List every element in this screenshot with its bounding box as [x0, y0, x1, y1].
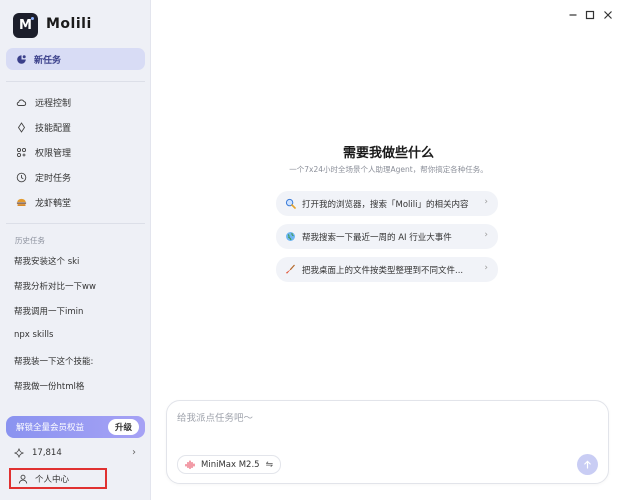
app-name: Molili: [46, 16, 92, 32]
globe-icon: [285, 231, 296, 242]
new-task-label: 新任务: [34, 55, 62, 66]
sidebar-item-label: 定时任务: [35, 173, 72, 184]
history-item[interactable]: 帮我调用一下imin: [14, 305, 144, 317]
history-item[interactable]: npx skills: [14, 330, 144, 340]
suggestion-chip[interactable]: 帮我搜索一下最近一周的 AI 行业大事件 ›: [276, 224, 498, 249]
sidebar-item-label: 权限管理: [35, 148, 72, 159]
history-item[interactable]: 帮我分析对比一下ww: [14, 280, 144, 292]
vip-label: 解锁全量会员权益: [16, 423, 85, 433]
clock-icon: [16, 172, 27, 183]
sidebar-item-label: 技能配置: [35, 123, 72, 134]
new-task-button[interactable]: 新任务: [6, 48, 145, 70]
sidebar-item-lobster-hall[interactable]: 龙虾鹌堂: [6, 192, 145, 212]
credits-value: 17,814: [32, 448, 62, 458]
suggestion-chip[interactable]: 把我桌面上的文件按类型整理到不同文件... ›: [276, 257, 498, 282]
upgrade-button[interactable]: 升级: [107, 419, 139, 435]
suggestion-text: 打开我的浏览器，搜索「Molili」的相关内容: [302, 199, 469, 210]
minimize-icon: [569, 14, 577, 16]
history-item[interactable]: 帮我安装这个 ski: [14, 255, 144, 267]
suggestion-chip[interactable]: 打开我的浏览器，搜索「Molili」的相关内容 ›: [276, 191, 498, 216]
sidebar-item-scheduled-tasks[interactable]: 定时任务: [6, 167, 145, 187]
sidebar-item-label: 龙虾鹌堂: [35, 198, 72, 209]
close-button[interactable]: [601, 8, 615, 22]
chevron-right-icon: ›: [484, 230, 488, 240]
sidebar: M Molili 新任务 远程控制 技能配置 权限管理 定时任务 龙虾鹌堂 历史…: [0, 0, 151, 500]
sidebar-item-remote-control[interactable]: 远程控制: [6, 92, 145, 112]
chevron-right-icon: ›: [132, 447, 136, 458]
suggestion-text: 帮我搜索一下最近一周的 AI 行业大事件: [302, 232, 452, 243]
sidebar-item-label: 远程控制: [35, 98, 72, 109]
profile-button[interactable]: 个人中心: [9, 468, 107, 489]
suggestion-text: 把我桌面上的文件按类型整理到不同文件...: [302, 265, 464, 276]
broom-icon: [285, 264, 296, 275]
send-button[interactable]: [577, 454, 598, 475]
user-icon: [18, 474, 28, 484]
burger-icon: [16, 197, 27, 208]
arrow-up-icon: [584, 460, 591, 469]
minimize-button[interactable]: [566, 8, 580, 22]
history-item[interactable]: 帮我装一下这个技能:: [14, 355, 144, 367]
maximize-button[interactable]: [583, 8, 597, 22]
minimax-logo-icon: [185, 459, 196, 470]
model-name: MiniMax M2.5: [201, 459, 260, 470]
chevron-right-icon: ›: [484, 197, 488, 207]
app-logo: M: [13, 13, 38, 38]
swap-icon: ⇋: [265, 459, 274, 470]
vip-banner[interactable]: 解锁全量会员权益 升级: [6, 416, 145, 438]
new-task-icon: [16, 54, 27, 65]
grid-icon: [16, 147, 27, 158]
history-section-label: 历史任务: [15, 236, 45, 245]
search-icon: [285, 198, 296, 209]
task-input-box[interactable]: 给我派点任务吧～ MiniMax M2.5 ⇋: [166, 400, 609, 484]
history-item[interactable]: 帮我做一份html格: [14, 380, 144, 392]
profile-label: 个人中心: [35, 474, 70, 485]
credits-row[interactable]: 17,814 ›: [14, 446, 140, 460]
page-subtitle: 一个7x24小时全场景个人助理Agent，帮你搞定各种任务。: [289, 165, 488, 174]
sidebar-item-skill-config[interactable]: 技能配置: [6, 117, 145, 137]
cloud-icon: [16, 97, 27, 108]
page-title: 需要我做些什么: [342, 146, 434, 161]
divider: [6, 81, 145, 82]
divider: [6, 223, 145, 224]
maximize-icon: [585, 10, 595, 20]
model-selector[interactable]: MiniMax M2.5 ⇋: [177, 455, 282, 474]
sidebar-item-permissions[interactable]: 权限管理: [6, 142, 145, 162]
task-input[interactable]: 给我派点任务吧～: [177, 410, 253, 424]
chevron-right-icon: ›: [484, 263, 488, 273]
sparkle-icon: [14, 448, 24, 458]
diamond-icon: [16, 121, 27, 133]
close-icon: [604, 11, 612, 19]
